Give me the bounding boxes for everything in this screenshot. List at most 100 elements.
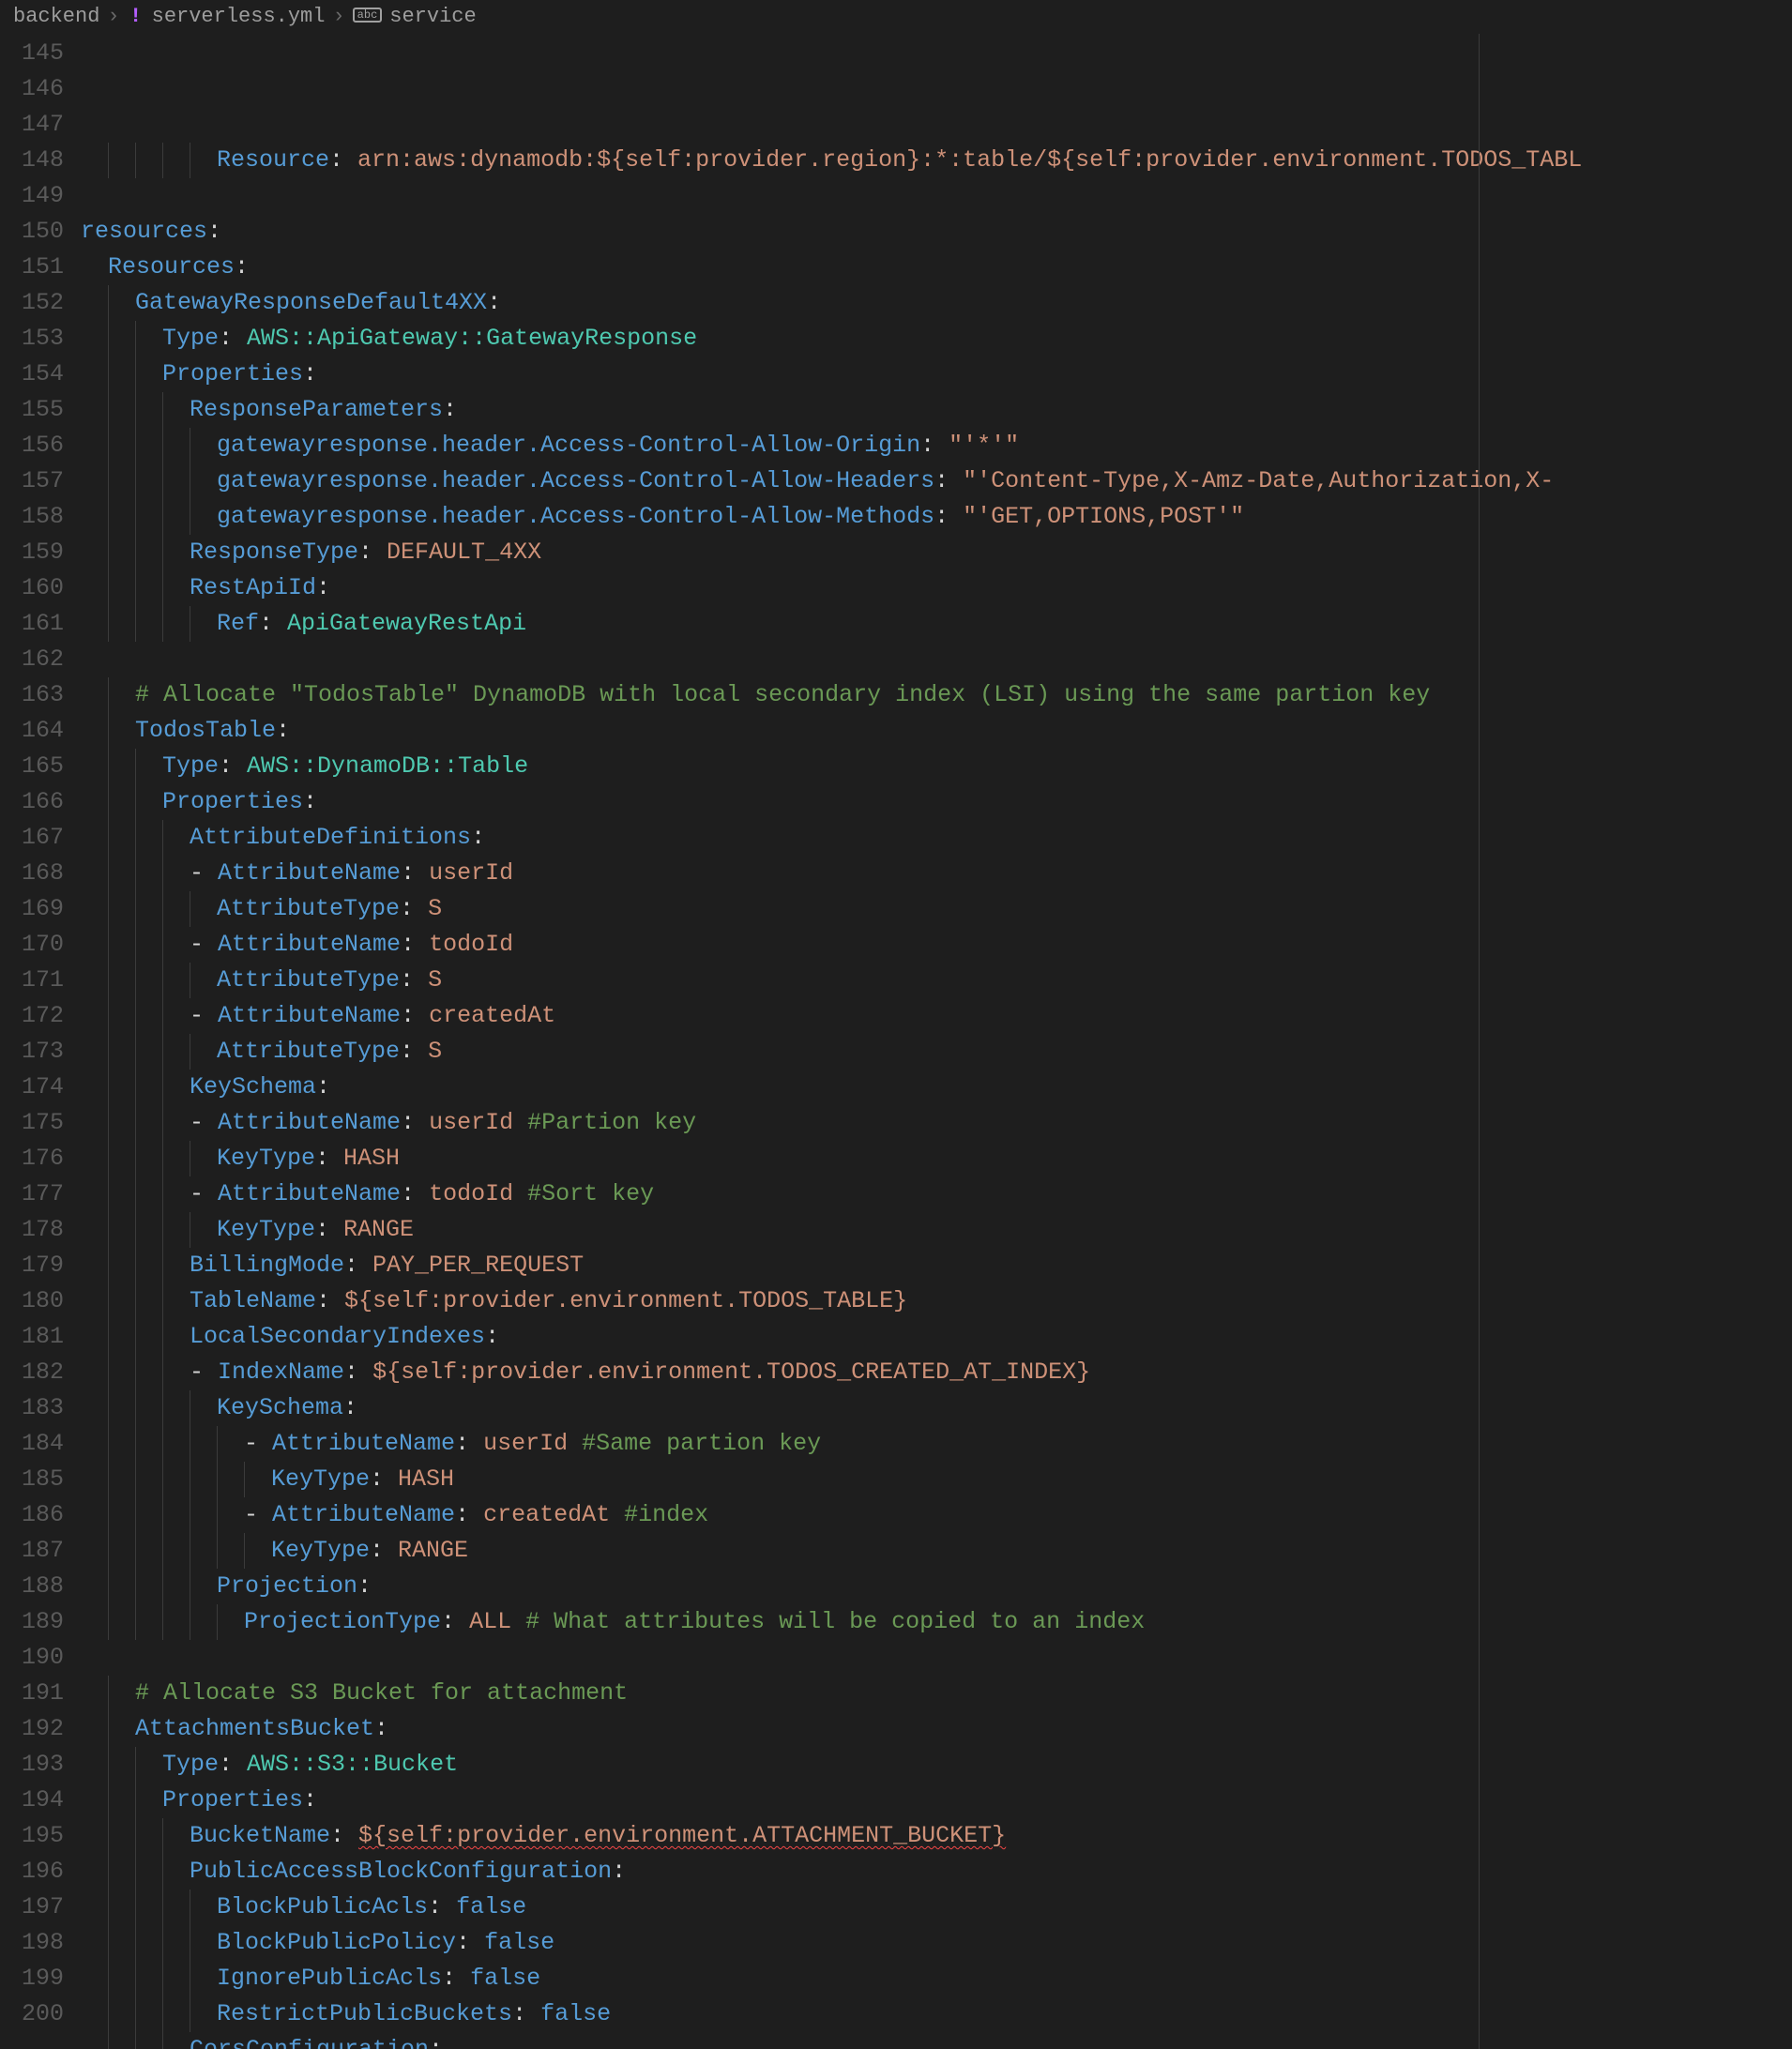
code-line[interactable]: AttributeType: S: [81, 1034, 1792, 1070]
code-line[interactable]: RestApiId:: [81, 570, 1792, 606]
code-line[interactable]: Properties:: [81, 1783, 1792, 1818]
code-line[interactable]: - IndexName: ${self:provider.environment…: [81, 1355, 1792, 1390]
code-line[interactable]: KeySchema:: [81, 1390, 1792, 1426]
code-line[interactable]: CorsConfiguration:: [81, 2032, 1792, 2049]
line-number[interactable]: 174: [0, 1070, 64, 1105]
line-number[interactable]: 180: [0, 1283, 64, 1319]
line-number[interactable]: 173: [0, 1034, 64, 1070]
code-line[interactable]: KeySchema:: [81, 1070, 1792, 1105]
line-number[interactable]: 193: [0, 1747, 64, 1783]
code-line[interactable]: [81, 642, 1792, 677]
line-number[interactable]: 156: [0, 428, 64, 463]
code-line[interactable]: Ref: ApiGatewayRestApi: [81, 606, 1792, 642]
line-number[interactable]: 179: [0, 1248, 64, 1283]
code-line[interactable]: PublicAccessBlockConfiguration:: [81, 1854, 1792, 1890]
line-number[interactable]: 182: [0, 1355, 64, 1390]
code-line[interactable]: TableName: ${self:provider.environment.T…: [81, 1283, 1792, 1319]
line-number[interactable]: 197: [0, 1890, 64, 1925]
line-number[interactable]: 158: [0, 499, 64, 535]
code-line[interactable]: IgnorePublicAcls: false: [81, 1961, 1792, 1996]
code-line[interactable]: Resources:: [81, 250, 1792, 285]
code-line[interactable]: - AttributeName: createdAt: [81, 998, 1792, 1034]
line-number[interactable]: 195: [0, 1818, 64, 1854]
code-line[interactable]: Type: AWS::ApiGateway::GatewayResponse: [81, 321, 1792, 357]
line-number[interactable]: 168: [0, 856, 64, 891]
line-number[interactable]: 165: [0, 749, 64, 784]
code-line[interactable]: gatewayresponse.header.Access-Control-Al…: [81, 499, 1792, 535]
line-number[interactable]: 175: [0, 1105, 64, 1141]
line-number[interactable]: 147: [0, 107, 64, 143]
breadcrumb[interactable]: backend › ! serverless.yml › abc service: [0, 0, 1792, 34]
line-number[interactable]: 157: [0, 463, 64, 499]
code-line[interactable]: - AttributeName: todoId #Sort key: [81, 1176, 1792, 1212]
line-number[interactable]: 176: [0, 1141, 64, 1176]
line-number[interactable]: 149: [0, 178, 64, 214]
line-number-gutter[interactable]: 1451461471481491501511521531541551561571…: [0, 34, 81, 2049]
line-number[interactable]: 192: [0, 1711, 64, 1747]
code-line[interactable]: GatewayResponseDefault4XX:: [81, 285, 1792, 321]
code-line[interactable]: AttributeType: S: [81, 891, 1792, 927]
line-number[interactable]: 155: [0, 392, 64, 428]
line-number[interactable]: 178: [0, 1212, 64, 1248]
line-number[interactable]: 186: [0, 1497, 64, 1533]
line-number[interactable]: 150: [0, 214, 64, 250]
line-number[interactable]: 194: [0, 1783, 64, 1818]
code-line[interactable]: KeyType: RANGE: [81, 1533, 1792, 1569]
line-number[interactable]: 160: [0, 570, 64, 606]
code-line[interactable]: TodosTable:: [81, 713, 1792, 749]
line-number[interactable]: 187: [0, 1533, 64, 1569]
line-number[interactable]: 146: [0, 71, 64, 107]
line-number[interactable]: 198: [0, 1925, 64, 1961]
line-number[interactable]: 162: [0, 642, 64, 677]
code-line[interactable]: # Allocate S3 Bucket for attachment: [81, 1676, 1792, 1711]
code-line[interactable]: ProjectionType: ALL # What attributes wi…: [81, 1604, 1792, 1640]
minimap[interactable]: [1783, 34, 1792, 2049]
line-number[interactable]: 184: [0, 1426, 64, 1462]
line-number[interactable]: 161: [0, 606, 64, 642]
code-line[interactable]: gatewayresponse.header.Access-Control-Al…: [81, 428, 1792, 463]
breadcrumb-file[interactable]: serverless.yml: [152, 0, 326, 35]
code-line[interactable]: [81, 1640, 1792, 1676]
code-line[interactable]: RestrictPublicBuckets: false: [81, 1996, 1792, 2032]
code-line[interactable]: # Allocate "TodosTable" DynamoDB with lo…: [81, 677, 1792, 713]
code-line[interactable]: - AttributeName: userId: [81, 856, 1792, 891]
line-number[interactable]: 199: [0, 1961, 64, 1996]
code-line[interactable]: Properties:: [81, 784, 1792, 820]
code-line[interactable]: Type: AWS::S3::Bucket: [81, 1747, 1792, 1783]
line-number[interactable]: 170: [0, 927, 64, 963]
code-line[interactable]: ResponseType: DEFAULT_4XX: [81, 535, 1792, 570]
code-line[interactable]: BlockPublicAcls: false: [81, 1890, 1792, 1925]
code-line[interactable]: AttributeDefinitions:: [81, 820, 1792, 856]
line-number[interactable]: 188: [0, 1569, 64, 1604]
breadcrumb-symbol[interactable]: service: [389, 0, 476, 35]
code-line[interactable]: - AttributeName: userId #Same partion ke…: [81, 1426, 1792, 1462]
code-line[interactable]: BillingMode: PAY_PER_REQUEST: [81, 1248, 1792, 1283]
code-line[interactable]: gatewayresponse.header.Access-Control-Al…: [81, 463, 1792, 499]
code-line[interactable]: KeyType: HASH: [81, 1462, 1792, 1497]
line-number[interactable]: 196: [0, 1854, 64, 1890]
line-number[interactable]: 171: [0, 963, 64, 998]
line-number[interactable]: 169: [0, 891, 64, 927]
line-number[interactable]: 159: [0, 535, 64, 570]
line-number[interactable]: 183: [0, 1390, 64, 1426]
breadcrumb-folder[interactable]: backend: [13, 0, 99, 35]
line-number[interactable]: 166: [0, 784, 64, 820]
line-number[interactable]: 190: [0, 1640, 64, 1676]
line-number[interactable]: 185: [0, 1462, 64, 1497]
line-number[interactable]: 148: [0, 143, 64, 178]
line-number[interactable]: 189: [0, 1604, 64, 1640]
code-line[interactable]: AttributeType: S: [81, 963, 1792, 998]
code-line[interactable]: [81, 178, 1792, 214]
code-line[interactable]: Type: AWS::DynamoDB::Table: [81, 749, 1792, 784]
code-line[interactable]: - AttributeName: createdAt #index: [81, 1497, 1792, 1533]
code-line[interactable]: ResponseParameters:: [81, 392, 1792, 428]
line-number[interactable]: 151: [0, 250, 64, 285]
line-number[interactable]: 164: [0, 713, 64, 749]
line-number[interactable]: 145: [0, 36, 64, 71]
code-line[interactable]: Properties:: [81, 357, 1792, 392]
line-number[interactable]: 191: [0, 1676, 64, 1711]
line-number[interactable]: 152: [0, 285, 64, 321]
line-number[interactable]: 167: [0, 820, 64, 856]
code-line[interactable]: BucketName: ${self:provider.environment.…: [81, 1818, 1792, 1854]
line-number[interactable]: 177: [0, 1176, 64, 1212]
